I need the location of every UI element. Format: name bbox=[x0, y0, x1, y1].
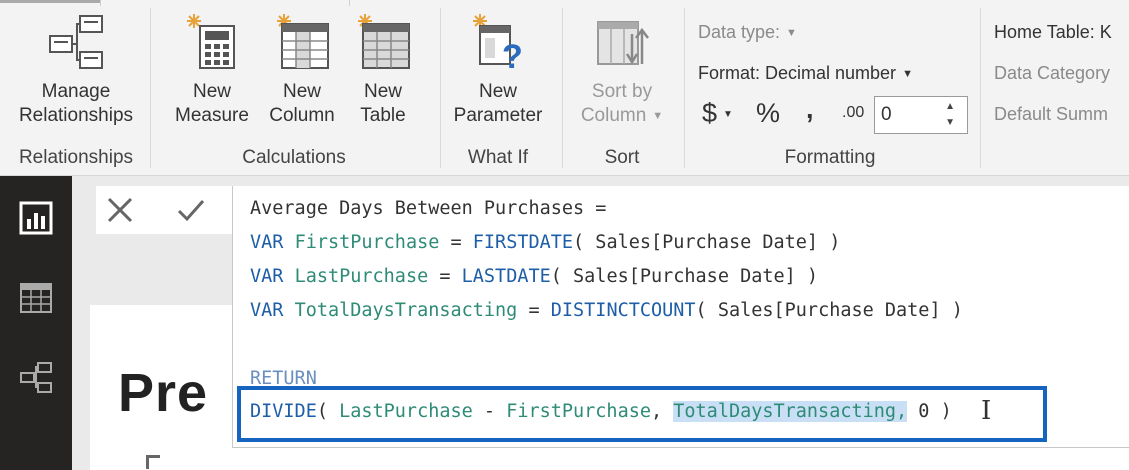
new-table-label-2: Table bbox=[360, 105, 406, 126]
new-parameter-button[interactable]: ? New Parameter bbox=[446, 12, 550, 128]
decimal-places-value: 0 bbox=[881, 104, 892, 125]
variable-name: FirstPurchase bbox=[294, 232, 440, 253]
group-label-calculations: Calculations bbox=[242, 147, 346, 168]
formula-bar-controls bbox=[96, 186, 232, 234]
function-args: ( Sales[Purchase Date] ) bbox=[695, 300, 963, 321]
data-type-label: Data type: bbox=[698, 22, 781, 42]
group-separator bbox=[440, 8, 441, 168]
decimal-places-spinner[interactable]: 0 ▲ ▼ bbox=[874, 96, 968, 134]
sort-by-column-button[interactable]: Sort by Column ▼ bbox=[570, 12, 674, 128]
cancel-formula-icon[interactable] bbox=[106, 196, 134, 224]
parameter-icon: ? bbox=[473, 14, 523, 72]
default-summ-label: Default Summ bbox=[994, 104, 1109, 124]
group-separator bbox=[684, 8, 685, 168]
measure-name: Average Days Between Purchases = bbox=[250, 198, 607, 219]
formula-line-3[interactable]: VAR LastPurchase = LASTDATE( Sales[Purch… bbox=[250, 265, 818, 289]
active-tab-edge bbox=[100, 0, 350, 6]
manage-label-1: Manage bbox=[41, 81, 111, 102]
new-measure-label-2: Measure bbox=[175, 105, 249, 126]
new-table-icon bbox=[358, 14, 410, 69]
sort-label-1: Sort by bbox=[591, 81, 653, 102]
report-view-icon[interactable] bbox=[18, 200, 54, 236]
chevron-down-icon: ▼ bbox=[723, 109, 733, 121]
new-column-label-1: New bbox=[282, 81, 321, 102]
percent-icon: % bbox=[756, 98, 781, 128]
data-type-dropdown[interactable]: Data type: ▼ bbox=[698, 22, 797, 43]
ribbon-tab-strip bbox=[0, 0, 1129, 6]
new-column-icon bbox=[277, 14, 329, 69]
default-summarization-dropdown[interactable]: Default Summ bbox=[994, 104, 1108, 125]
focus-highlight-box bbox=[237, 386, 1047, 442]
tab-indicator bbox=[0, 0, 100, 3]
dollar-icon: $ bbox=[702, 98, 718, 128]
home-table-dropdown[interactable]: Home Table: K bbox=[994, 22, 1112, 43]
chevron-down-icon: ▼ bbox=[652, 110, 664, 122]
new-column-button[interactable]: New Column bbox=[262, 12, 342, 128]
group-label-whatif: What If bbox=[467, 147, 529, 168]
new-parameter-label-1: New bbox=[478, 81, 517, 102]
new-measure-label-1: New bbox=[192, 81, 231, 102]
formula-line-1[interactable]: Average Days Between Purchases = bbox=[250, 197, 606, 221]
spin-down-icon[interactable]: ▼ bbox=[945, 105, 955, 141]
new-parameter-label-2: Parameter bbox=[453, 105, 543, 126]
group-separator bbox=[980, 8, 981, 168]
currency-format-button[interactable]: $ ▼ bbox=[702, 98, 733, 129]
new-column-label-2: Column bbox=[269, 105, 335, 126]
chevron-down-icon: ▼ bbox=[786, 27, 797, 40]
decimal-places-icon: .00 bbox=[842, 104, 864, 122]
ribbon: Manage Relationships New Measure New Col… bbox=[0, 0, 1129, 176]
group-separator bbox=[562, 8, 563, 168]
format-label: Format: Decimal number bbox=[698, 63, 897, 83]
sort-column-icon bbox=[597, 21, 649, 65]
group-separator bbox=[150, 8, 151, 168]
page-title: Pre bbox=[118, 363, 209, 423]
model-view-icon[interactable] bbox=[18, 360, 54, 396]
formula-line-4[interactable]: VAR TotalDaysTransacting = DISTINCTCOUNT… bbox=[250, 299, 963, 323]
function-args: ( Sales[Purchase Date] ) bbox=[550, 266, 819, 287]
function-args: ( Sales[Purchase Date] ) bbox=[573, 232, 841, 253]
percent-format-button[interactable]: % bbox=[756, 98, 780, 129]
chevron-down-icon: ▼ bbox=[902, 68, 913, 81]
comma-icon: , bbox=[806, 94, 814, 124]
calculator-icon bbox=[187, 14, 235, 69]
text-cursor-icon: I bbox=[981, 396, 992, 426]
equals-sign: = bbox=[428, 266, 462, 287]
equals-sign: = bbox=[439, 232, 473, 253]
formula-line-2[interactable]: VAR FirstPurchase = FIRSTDATE( Sales[Pur… bbox=[250, 231, 840, 255]
relationships-icon bbox=[49, 15, 103, 69]
data-category-dropdown[interactable]: Data Category bbox=[994, 63, 1110, 84]
data-view-icon[interactable] bbox=[18, 280, 54, 316]
variable-name: TotalDaysTransacting bbox=[294, 300, 518, 321]
equals-sign: = bbox=[517, 300, 551, 321]
function-name: LASTDATE bbox=[461, 266, 551, 287]
visual-selection-corner bbox=[146, 455, 160, 469]
sort-label-2: Column bbox=[580, 105, 647, 127]
new-table-button[interactable]: New Table bbox=[348, 12, 418, 128]
var-keyword: VAR bbox=[250, 232, 284, 253]
comma-style-button[interactable]: , bbox=[806, 94, 814, 125]
new-table-label-1: New bbox=[363, 81, 402, 102]
group-label-formatting: Formatting bbox=[784, 147, 876, 168]
var-keyword: VAR bbox=[250, 300, 284, 321]
home-table-label: Home Table: K bbox=[994, 22, 1112, 42]
variable-name: LastPurchase bbox=[294, 266, 429, 287]
decimals-label: .00 bbox=[842, 104, 865, 121]
group-label-relationships: Relationships bbox=[18, 147, 134, 168]
manage-label-2: Relationships bbox=[18, 105, 134, 126]
commit-formula-icon[interactable] bbox=[176, 196, 206, 224]
manage-relationships-button[interactable]: Manage Relationships bbox=[8, 12, 144, 128]
function-name: DISTINCTCOUNT bbox=[550, 300, 696, 321]
data-category-label: Data Category bbox=[994, 63, 1111, 83]
group-label-sort: Sort bbox=[604, 147, 640, 168]
function-name: FIRSTDATE bbox=[472, 232, 574, 253]
format-dropdown[interactable]: Format: Decimal number ▼ bbox=[698, 63, 913, 84]
svg-text:?: ? bbox=[502, 38, 523, 72]
var-keyword: VAR bbox=[250, 266, 284, 287]
new-measure-button[interactable]: New Measure bbox=[168, 12, 256, 128]
view-switcher bbox=[0, 176, 72, 470]
